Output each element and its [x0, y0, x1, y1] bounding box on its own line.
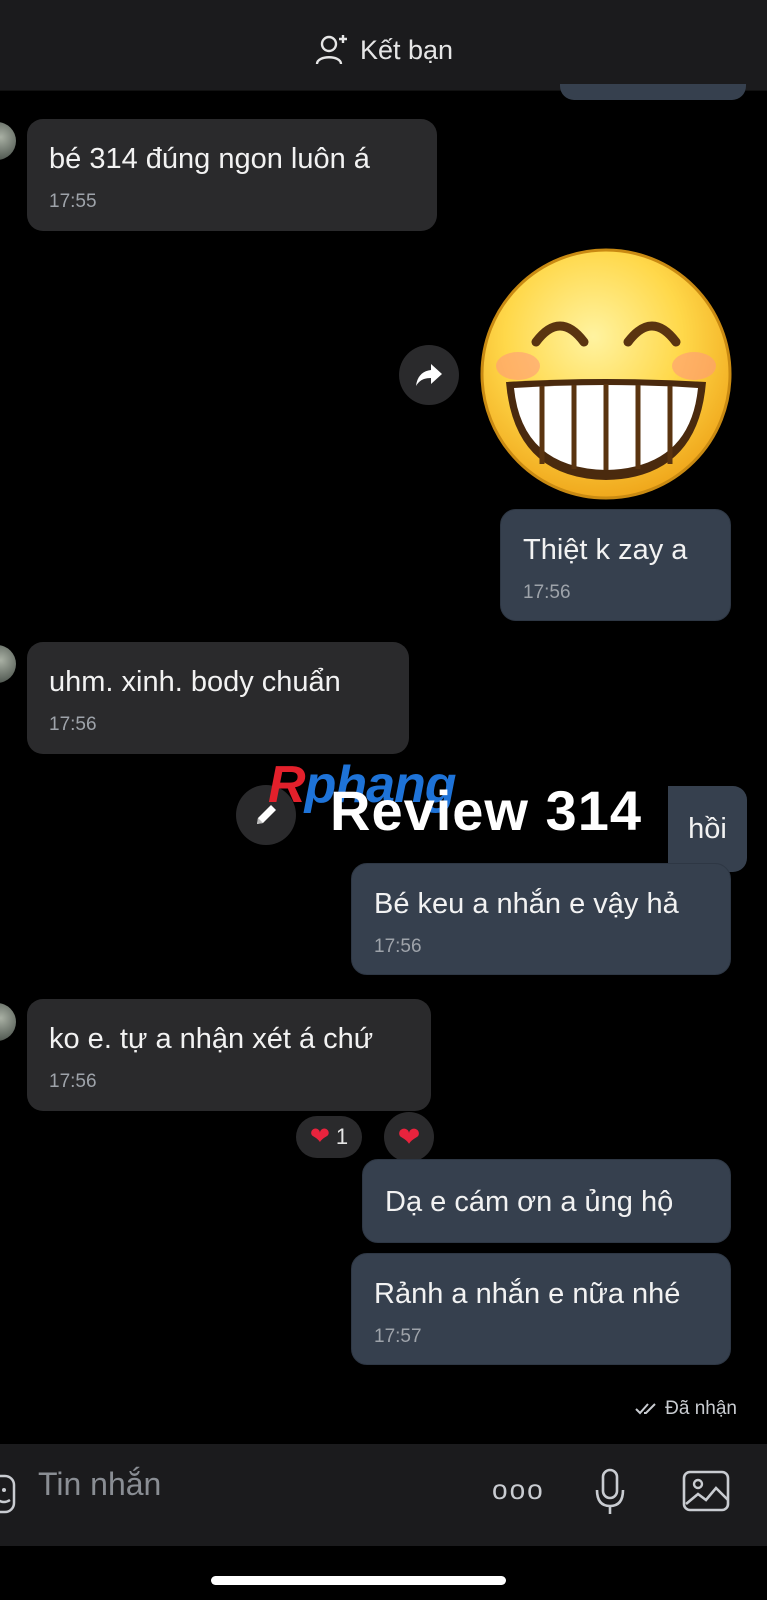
message-text: bé 314 đúng ngon luôn á	[49, 143, 370, 175]
avatar[interactable]	[0, 1003, 16, 1041]
outgoing-message[interactable]: Bé keu a nhắn e vậy hả 17:56	[351, 863, 731, 975]
microphone-icon[interactable]	[595, 1468, 625, 1516]
message-input[interactable]: Tin nhắn	[38, 1466, 161, 1503]
avatar[interactable]	[0, 645, 16, 683]
message-time: 17:56	[523, 582, 571, 603]
incoming-message[interactable]: bé 314 đúng ngon luôn á 17:55	[27, 119, 437, 231]
message-text: Thiệt k zay a	[523, 534, 688, 566]
outgoing-message[interactable]: hồi	[668, 786, 747, 872]
incoming-message[interactable]: uhm. xinh. body chuẩn 17:56	[27, 642, 409, 754]
forward-button[interactable]	[399, 345, 459, 405]
outgoing-message[interactable]: Thiệt k zay a 17:56	[500, 509, 731, 621]
message-time: 17:56	[49, 1071, 97, 1092]
avatar[interactable]	[0, 122, 16, 160]
grinning-emoji-sticker[interactable]	[478, 246, 734, 502]
message-text: uhm. xinh. body chuẩn	[49, 666, 341, 698]
message-time: 17:56	[374, 936, 422, 957]
reaction-summary[interactable]: ❤ 1	[296, 1116, 362, 1158]
heart-icon: ❤	[397, 1122, 421, 1152]
react-button[interactable]: ❤	[384, 1112, 434, 1162]
message-time: 17:57	[374, 1326, 422, 1347]
message-text: hồi	[688, 812, 727, 845]
previous-message-bubble[interactable]	[560, 84, 746, 100]
delivery-status: Đã nhận	[635, 1398, 737, 1420]
heart-icon: ❤	[309, 1123, 330, 1150]
home-indicator[interactable]	[211, 1576, 506, 1585]
reaction-count: 1	[335, 1124, 349, 1149]
message-time: 17:55	[49, 191, 97, 212]
add-friend-button[interactable]: Kết bạn	[0, 30, 767, 70]
sticker-icon[interactable]	[0, 1474, 16, 1514]
chat-header: Kết bạn	[0, 0, 767, 91]
forward-icon	[416, 364, 442, 386]
watermark-text: Review 314	[330, 778, 642, 842]
message-text: ko e. tự a nhận xét á chứ	[49, 1023, 374, 1055]
image-gallery-icon[interactable]	[682, 1468, 732, 1514]
message-text: Bé keu a nhắn e vậy hả	[374, 888, 679, 920]
add-friend-label: Kết bạn	[359, 34, 454, 65]
double-check-icon	[635, 1403, 656, 1415]
add-user-icon	[315, 35, 347, 65]
outgoing-message[interactable]: Rảnh a nhắn e nữa nhé 17:57	[351, 1253, 731, 1365]
message-text: Rảnh a nhắn e nữa nhé	[374, 1278, 681, 1310]
delivery-status-label: Đã nhận	[665, 1398, 737, 1419]
message-time: 17:56	[49, 714, 97, 735]
outgoing-message[interactable]: Dạ e cám ơn a ủng hộ	[362, 1159, 731, 1243]
more-icon: ooo	[492, 1474, 545, 1505]
incoming-message[interactable]: ko e. tự a nhận xét á chứ 17:56	[27, 999, 431, 1111]
more-options-button[interactable]: ooo	[492, 1474, 545, 1506]
message-text: Dạ e cám ơn a ủng hộ	[385, 1186, 674, 1218]
